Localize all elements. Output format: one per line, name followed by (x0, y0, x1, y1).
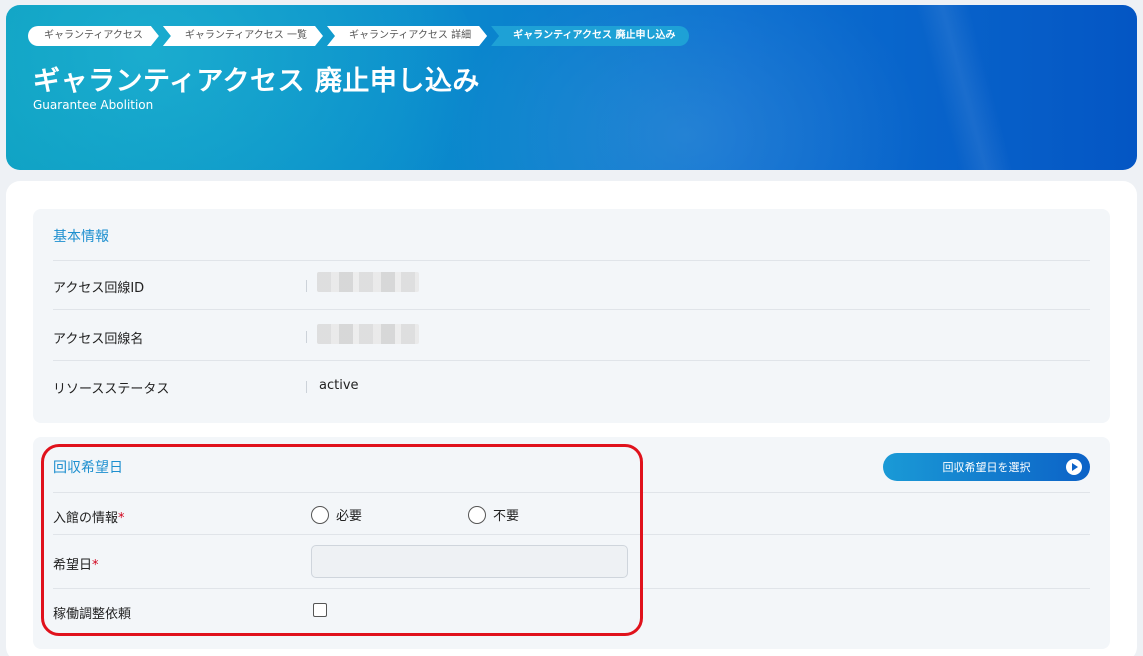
page-header-banner: ギャランティアクセス ギャランティアクセス 一覧 ギャランティアクセス 詳細 ギ… (6, 5, 1137, 170)
operation-adjust-label: 稼働調整依頼 (53, 607, 132, 622)
divider (306, 381, 307, 393)
entry-info-label-text: 入館の情報 (53, 511, 119, 526)
desired-date-label: 希望日* (53, 554, 99, 573)
collection-date-section: 回収希望日 回収希望日を選択 入館の情報* 必要 不要 希望日* 稼働調整依頼 (33, 437, 1110, 649)
divider (53, 492, 1090, 493)
section-title: 回収希望日 (53, 460, 123, 476)
breadcrumb: ギャランティアクセス ギャランティアクセス 一覧 ギャランティアクセス 詳細 ギ… (28, 26, 693, 46)
divider (53, 588, 1090, 589)
access-line-id-value-redacted (317, 272, 419, 292)
breadcrumb-item-detail[interactable]: ギャランティアクセス 詳細 (327, 26, 487, 46)
radio-required[interactable]: 必要 (311, 505, 362, 524)
radio-required-label: 必要 (336, 509, 363, 524)
resource-status-label: リソースステータス (53, 382, 170, 397)
page-subtitle: Guarantee Abolition (33, 98, 154, 112)
entry-info-label: 入館の情報* (53, 507, 125, 526)
breadcrumb-item-list[interactable]: ギャランティアクセス 一覧 (163, 26, 323, 46)
page-title: ギャランティアクセス 廃止申し込み (33, 66, 480, 97)
resource-status-value: active (319, 378, 359, 393)
radio-button[interactable] (468, 505, 486, 524)
section-title: 基本情報 (53, 229, 109, 245)
required-mark: * (92, 558, 99, 573)
select-collection-date-button[interactable]: 回収希望日を選択 (883, 453, 1090, 481)
basic-info-section: 基本情報 アクセス回線ID アクセス回線名 リソースステータス active (33, 209, 1110, 423)
breadcrumb-item-current: ギャランティアクセス 廃止申し込み (491, 26, 690, 46)
divider (306, 280, 307, 292)
radio-not-required[interactable]: 不要 (468, 505, 519, 524)
access-line-id-label: アクセス回線ID (53, 281, 145, 296)
radio-button[interactable] (311, 505, 329, 524)
desired-date-input[interactable] (311, 545, 628, 578)
access-line-name-label: アクセス回線名 (53, 332, 144, 347)
play-circle-icon (1066, 459, 1082, 475)
required-mark: * (118, 511, 125, 526)
main-content: 基本情報 アクセス回線ID アクセス回線名 リソースステータス active 回… (6, 181, 1137, 656)
breadcrumb-item-top[interactable]: ギャランティアクセス (28, 26, 159, 46)
radio-not-required-label: 不要 (493, 509, 520, 524)
desired-date-label-text: 希望日 (53, 558, 93, 573)
access-line-name-value-redacted (317, 324, 419, 344)
divider (53, 260, 1090, 261)
divider (53, 360, 1090, 361)
banner-decoration (866, 5, 1066, 170)
operation-adjust-checkbox[interactable] (313, 603, 327, 617)
select-collection-date-label: 回収希望日を選択 (942, 461, 1031, 474)
divider (53, 534, 1090, 535)
divider (306, 331, 307, 343)
divider (53, 309, 1090, 310)
